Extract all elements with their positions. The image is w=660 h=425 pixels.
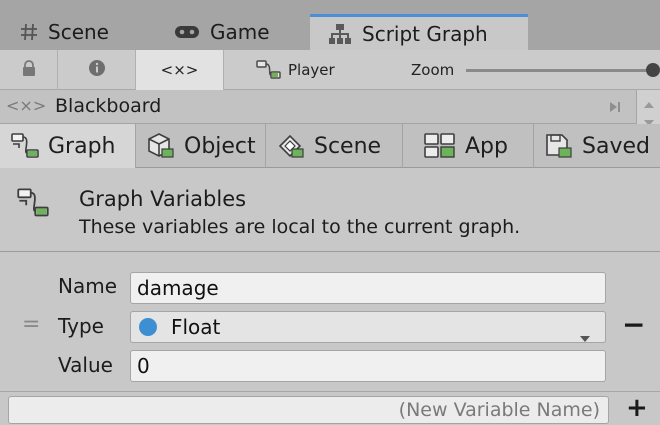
chevron-down-icon xyxy=(579,324,591,348)
remove-variable-button[interactable]: − xyxy=(622,308,645,341)
variables-glyph: <×> xyxy=(160,61,199,79)
tab-scene[interactable]: Scene xyxy=(0,14,145,50)
hierarchy-icon xyxy=(328,22,352,46)
new-variable-placeholder: (New Variable Name) xyxy=(398,399,600,421)
float-type-icon xyxy=(139,318,157,336)
scope-tab-graph[interactable]: Graph xyxy=(0,124,136,168)
tab-game[interactable]: Game xyxy=(170,14,310,50)
scope-tab-scene-label: Scene xyxy=(314,133,382,159)
blackboard-glyph: <×> xyxy=(6,96,47,115)
zoom-label: Zoom xyxy=(411,61,455,79)
new-variable-name-input[interactable]: (New Variable Name) xyxy=(8,396,609,424)
variables-toggle-button[interactable]: <×> xyxy=(136,50,224,90)
graph-toolbar: <×> Player Zoom xyxy=(0,50,660,90)
scope-tab-app-label: App xyxy=(465,133,508,159)
drag-handle[interactable]: = xyxy=(22,312,40,337)
tab-script-graph-label: Script Graph xyxy=(362,21,488,46)
player-graph-icon xyxy=(256,60,282,80)
variable-name-value: damage xyxy=(137,276,219,300)
scope-description: Graph Variables These variables are loca… xyxy=(0,168,660,252)
scope-tab-object-label: Object xyxy=(184,133,256,159)
scroll-up-icon[interactable] xyxy=(643,94,655,113)
lock-icon xyxy=(22,60,36,80)
info-button[interactable] xyxy=(58,50,136,90)
scope-tab-saved[interactable]: Saved xyxy=(534,124,660,168)
graph-variables-icon xyxy=(16,186,50,224)
zoom-slider-track[interactable] xyxy=(466,69,652,72)
blackboard-header: <×> Blackboard xyxy=(0,90,660,126)
variable-value: 0 xyxy=(137,354,150,378)
variable-scope-tabs: Graph Object Scene App Saved xyxy=(0,124,660,168)
info-icon xyxy=(88,59,106,81)
scope-tab-app[interactable]: App xyxy=(403,124,534,168)
saved-scope-icon xyxy=(544,132,574,160)
variable-item: Name damage = Type Float − Value 0 xyxy=(0,252,660,392)
variable-value-field[interactable]: 0 xyxy=(130,350,606,382)
description-title: Graph Variables xyxy=(79,187,247,211)
scope-tab-saved-label: Saved xyxy=(582,133,650,159)
window-tab-strip: Scene Game Script Graph xyxy=(0,0,660,50)
tab-game-label: Game xyxy=(210,20,270,44)
type-label: Type xyxy=(58,314,104,338)
app-scope-icon xyxy=(423,132,457,160)
zoom-control: Zoom xyxy=(411,50,454,90)
tab-script-graph[interactable]: Script Graph xyxy=(310,14,528,50)
variable-name-field[interactable]: damage xyxy=(130,272,606,304)
object-scope-icon xyxy=(146,132,176,160)
player-context[interactable]: Player xyxy=(224,50,396,90)
scope-tab-object[interactable]: Object xyxy=(136,124,266,168)
collapse-panel-icon xyxy=(608,98,622,117)
type-value: Float xyxy=(171,315,221,339)
scope-tab-scene[interactable]: Scene xyxy=(266,124,403,168)
value-label: Value xyxy=(58,353,113,377)
add-variable-button[interactable]: + xyxy=(626,393,648,423)
scope-tab-graph-label: Graph xyxy=(48,133,116,159)
blackboard-title: Blackboard xyxy=(55,95,162,117)
scrollbar[interactable] xyxy=(636,90,660,126)
gamepad-icon xyxy=(174,24,200,40)
tab-scene-label: Scene xyxy=(48,20,109,44)
name-label: Name xyxy=(58,274,118,298)
scene-scope-icon xyxy=(276,132,306,160)
lock-button[interactable] xyxy=(0,50,58,90)
add-variable-row: (New Variable Name) + xyxy=(0,392,660,425)
collapse-panel-button[interactable] xyxy=(604,96,626,118)
graph-scope-icon xyxy=(10,132,40,160)
description-text: These variables are local to the current… xyxy=(79,216,521,238)
hash-icon xyxy=(20,23,38,41)
type-dropdown[interactable]: Float xyxy=(130,311,606,343)
player-label: Player xyxy=(288,61,335,79)
zoom-slider-handle[interactable] xyxy=(646,63,660,77)
